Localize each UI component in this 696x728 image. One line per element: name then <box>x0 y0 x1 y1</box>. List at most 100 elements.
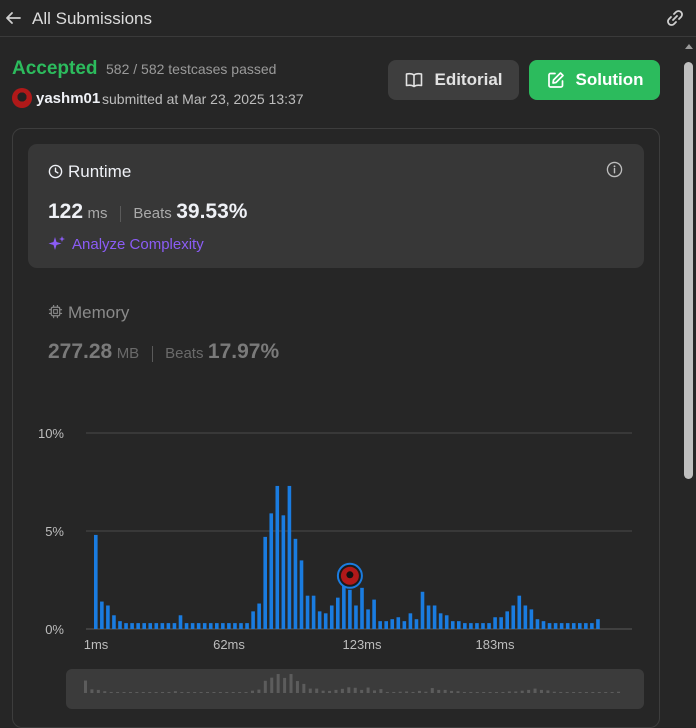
chart-bar <box>457 621 461 629</box>
chart-bar <box>348 589 352 629</box>
runtime-beats-label: Beats <box>133 205 172 222</box>
minimap-bar <box>443 689 447 693</box>
chart-bar <box>329 605 334 629</box>
chart-bar <box>426 605 431 629</box>
minimap-bar <box>559 691 563 693</box>
minimap-bar <box>180 692 184 693</box>
minimap-bar <box>212 692 216 693</box>
username[interactable]: yashm01 <box>36 90 100 107</box>
chart-svg: 10% 5% 0% 1ms 62ms 123ms 183ms <box>38 426 632 652</box>
arrow-left-icon[interactable] <box>3 8 23 28</box>
minimap-bar <box>238 692 242 693</box>
minimap-bar <box>328 690 332 693</box>
minimap-bar <box>315 688 319 693</box>
chart-bar <box>239 623 243 629</box>
minimap-bar <box>405 691 409 693</box>
x-tick-label: 183ms <box>475 637 515 652</box>
chart-bar <box>190 623 195 629</box>
chart-bar <box>202 623 207 629</box>
chart-bar <box>154 623 159 629</box>
chart-bar <box>505 611 509 629</box>
analyze-complexity-link[interactable]: Analyze Complexity <box>72 236 204 253</box>
minimap-bar <box>565 692 569 693</box>
chart-bar <box>517 595 522 629</box>
sparkle-icon[interactable] <box>48 235 66 253</box>
memory-beats-label: Beats <box>165 345 204 362</box>
y-tick-label: 10% <box>38 426 64 441</box>
chart-bar <box>523 605 528 629</box>
chart-bar <box>378 621 382 629</box>
chart-bar <box>408 613 413 629</box>
y-tick-label: 5% <box>45 524 64 539</box>
chart-bar <box>432 605 437 629</box>
page-title[interactable]: All Submissions <box>32 9 152 29</box>
chart-bar <box>227 623 231 629</box>
chart-bar <box>251 611 255 629</box>
chart-bar <box>311 595 316 629</box>
info-icon[interactable] <box>606 161 623 178</box>
minimap-bar <box>520 690 524 693</box>
chart-range-minimap[interactable] <box>66 669 644 709</box>
memory-card[interactable]: Memory 277.28 MB Beats 17.97% <box>28 296 644 376</box>
memory-unit: MB <box>116 345 140 362</box>
chart-bar <box>94 534 98 629</box>
chart-bar <box>287 485 292 629</box>
chart-bar <box>148 623 153 629</box>
solution-button[interactable]: Solution <box>529 60 660 100</box>
status-label: Accepted <box>12 58 98 79</box>
runtime-unit: ms <box>87 205 108 222</box>
chart-bar <box>571 623 576 629</box>
chart-bar <box>396 617 401 629</box>
minimap-bar <box>167 692 171 693</box>
chart-bar <box>184 623 189 629</box>
chart-bar <box>444 615 449 629</box>
editorial-button[interactable]: Editorial <box>388 60 519 100</box>
scroll-thumb[interactable] <box>684 62 693 479</box>
testcases-passed: 582 / 582 testcases passed <box>106 61 277 77</box>
chart-bar <box>323 613 328 629</box>
chart-bar <box>233 623 237 629</box>
minimap-bar <box>276 674 280 693</box>
chart-bar <box>263 536 267 629</box>
divider <box>119 205 121 222</box>
chart-bar <box>384 621 388 629</box>
chart-bar <box>414 619 419 629</box>
minimap-bar <box>347 687 351 693</box>
chart-bar <box>269 513 274 629</box>
minimap-bar <box>501 692 505 693</box>
minimap-bar <box>604 692 608 693</box>
minimap-bar <box>161 692 165 693</box>
runtime-card[interactable]: Runtime 122 ms Beats 39.53% Analyze Comp… <box>28 144 644 268</box>
minimap-bar <box>340 688 344 693</box>
minimap-bar <box>533 688 537 693</box>
minimap-bar <box>398 691 402 693</box>
runtime-distribution-chart[interactable]: 10% 5% 0% 1ms 62ms 123ms 183ms <box>28 410 644 660</box>
chart-bar <box>402 621 407 629</box>
minimap-bar <box>154 692 158 693</box>
minimap-bar <box>193 692 197 693</box>
chart-bar <box>390 619 395 629</box>
chart-bar <box>293 538 298 629</box>
scrollbar[interactable] <box>681 40 696 695</box>
minimap-bar <box>456 691 460 693</box>
chart-bar <box>208 623 213 629</box>
chart-bar <box>469 623 473 629</box>
chart-bar <box>450 621 455 629</box>
chart-bar <box>420 591 425 629</box>
chart-bar <box>118 621 122 629</box>
chart-bar <box>578 623 582 629</box>
minimap-bar <box>450 690 454 693</box>
minimap-bar <box>552 691 556 693</box>
scroll-up-arrow-icon[interactable] <box>685 44 693 49</box>
minimap-bar <box>424 691 428 693</box>
minimap-bar <box>96 689 100 693</box>
minimap-bar <box>469 691 473 693</box>
editorial-label: Editorial <box>434 70 503 89</box>
minimap-bar <box>462 691 466 693</box>
link-icon[interactable] <box>664 8 686 28</box>
avatar[interactable] <box>12 88 32 108</box>
minimap-bar <box>308 688 312 693</box>
minimap-bar <box>430 688 434 693</box>
minimap-bar <box>495 692 499 693</box>
memory-value: 277.28 <box>48 340 113 363</box>
